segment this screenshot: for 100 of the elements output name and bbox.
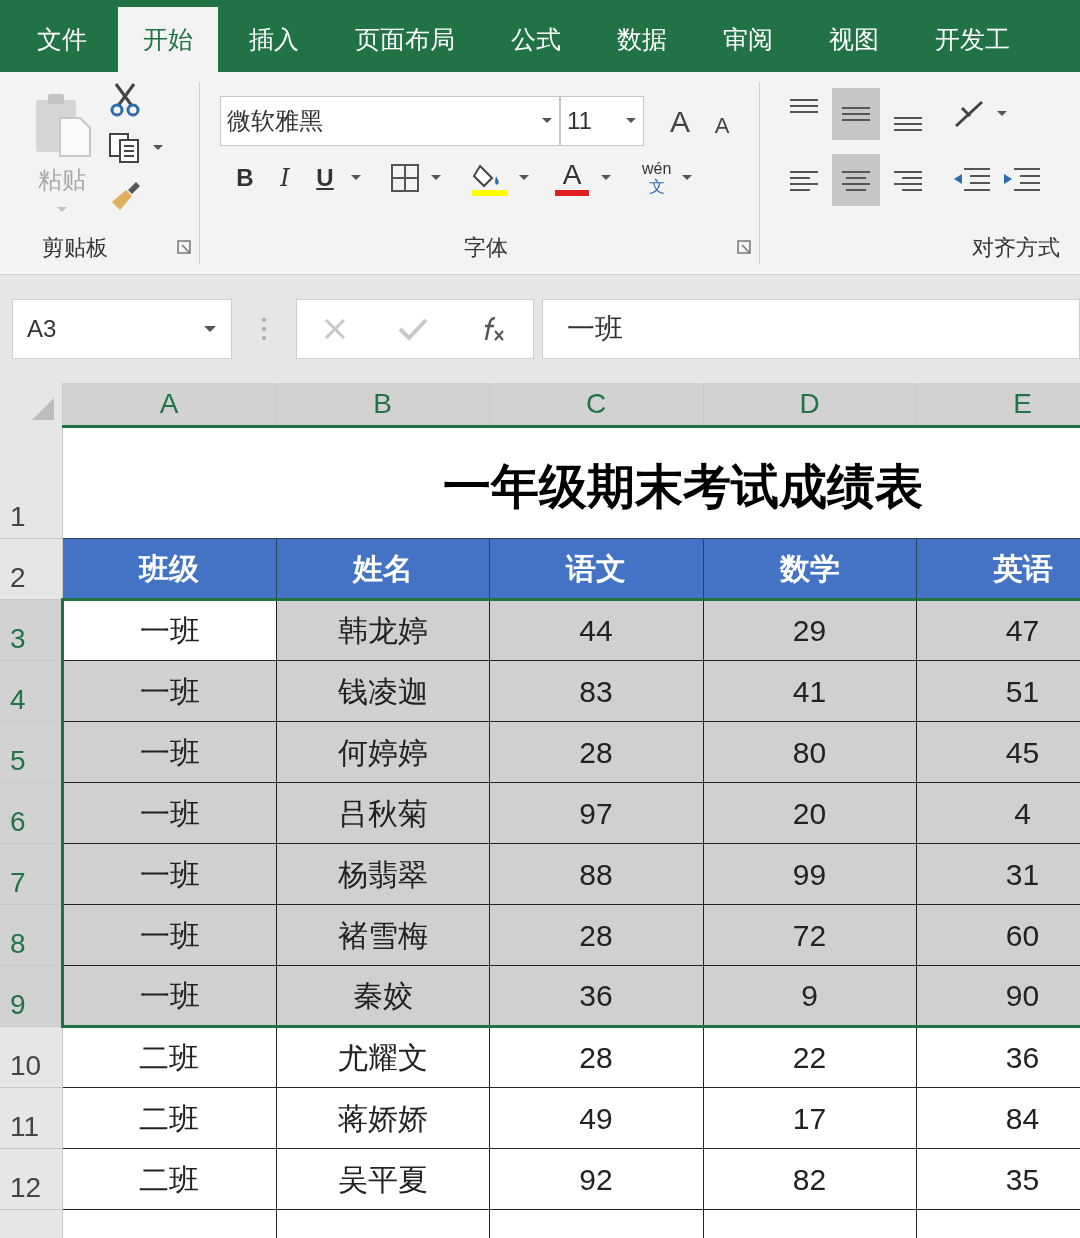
table-cell: 吴平夏 [276,1148,489,1210]
caret-icon[interactable] [203,324,217,334]
row-header[interactable]: 9 [0,965,62,1027]
table-cell: 一班 [62,843,276,905]
caret-icon[interactable] [600,174,612,182]
table-cell: 80 [703,721,916,783]
table-cell: 28 [489,721,703,783]
font-size-dropdown[interactable]: 11 [560,96,644,146]
copy-icon[interactable] [108,132,142,164]
table-cell: 29 [703,599,916,661]
grow-font-button[interactable]: A [662,98,698,144]
table-header: 英语 [916,538,1080,600]
ribbon-tab[interactable]: 插入 [224,7,324,72]
table-cell: 51 [916,660,1080,722]
table-cell: 83 [489,660,703,722]
bold-button[interactable]: B [230,160,260,196]
name-box[interactable]: A3 [12,299,232,359]
ribbon-tab[interactable]: 公式 [486,7,586,72]
row-header[interactable]: 8 [0,904,62,966]
table-cell: 84 [916,1087,1080,1149]
table-cell: 何婷婷 [276,721,489,783]
scissors-icon[interactable] [108,82,142,118]
row-header[interactable]: 4 [0,660,62,722]
table-cell: 45 [916,721,1080,783]
column-header[interactable]: C [489,383,703,427]
ribbon-tab[interactable]: 视图 [804,7,904,72]
column-header[interactable]: B [276,383,489,427]
column-header[interactable]: E [916,383,1080,427]
caret-icon[interactable] [518,174,530,182]
caret-icon[interactable] [625,117,637,125]
table-cell: 二班 [62,1148,276,1210]
dialog-launcher-icon[interactable] [737,240,751,254]
table-cell: 28 [489,904,703,966]
caret-icon[interactable] [681,174,694,182]
borders-icon[interactable] [390,163,420,193]
checkmark-icon[interactable] [398,317,428,341]
phonetic-guide-button[interactable]: wén 文 [642,160,672,196]
table-cell: 72 [703,904,916,966]
table-cell: 60 [916,904,1080,966]
table-cell: 31 [916,843,1080,905]
row-header[interactable]: 10 [0,1026,62,1088]
dialog-launcher-icon[interactable] [177,240,191,254]
table-cell: 一班 [62,660,276,722]
formula-bar[interactable]: 一班 [542,299,1080,359]
font-color-button[interactable]: A [554,160,590,196]
table-cell: 一班 [62,599,276,661]
caret-icon[interactable] [541,117,553,125]
row-header[interactable]: 12 [0,1148,62,1210]
table-header: 数学 [703,538,916,600]
table-cell: 吕秋菊 [276,782,489,844]
table-cell: 41 [703,660,916,722]
table-cell: 36 [489,965,703,1027]
underline-button[interactable]: U [310,160,340,196]
italic-button[interactable]: I [270,160,300,196]
ribbon-tab[interactable]: 页面布局 [330,7,480,72]
table-cell: 9 [703,965,916,1027]
row-header[interactable]: 3 [0,599,62,661]
row-header[interactable]: 2 [0,538,62,600]
font-name-dropdown[interactable]: 微软雅黑 [220,96,560,146]
column-header[interactable]: D [703,383,916,427]
row-header[interactable]: 7 [0,843,62,905]
row-header[interactable]: 5 [0,721,62,783]
table-cell: 82 [703,1148,916,1210]
table-cell: 44 [489,599,703,661]
table-cell: 杨翡翠 [276,843,489,905]
table-cell: 97 [489,782,703,844]
group-label: 字体 [463,233,508,262]
table-cell: 尤耀文 [276,1026,489,1088]
caret-icon[interactable] [350,174,362,182]
ribbon-tab[interactable]: 开发工 [910,7,1035,72]
align-middle-icon[interactable] [832,88,880,140]
table-header: 语文 [489,538,703,600]
ribbon-tab[interactable]: 开始 [118,7,218,72]
table-header: 姓名 [276,538,489,600]
caret-icon[interactable] [430,174,442,182]
table-cell: 17 [703,1087,916,1149]
ribbon-tab[interactable]: 文件 [12,7,112,72]
table-cell: 22 [703,1026,916,1088]
table-cell: 99 [703,843,916,905]
table-cell: 褚雪梅 [276,904,489,966]
table-cell: 28 [489,1026,703,1088]
table-cell: 一班 [62,782,276,844]
sheet-title: 一年级期末考试成绩表 [442,460,923,513]
group-label: 剪贴板 [42,233,108,262]
table-cell: 一班 [62,721,276,783]
row-header[interactable]: 11 [0,1087,62,1149]
column-header[interactable]: A [62,383,276,427]
row-header[interactable]: 6 [0,782,62,844]
shrink-font-button[interactable]: A [704,108,740,142]
table-cell: 韩龙婷 [276,599,489,661]
table-cell: 49 [489,1087,703,1149]
table-cell: 36 [916,1026,1080,1088]
caret-icon[interactable] [152,144,164,152]
ribbon-tab[interactable]: 审阅 [698,7,798,72]
caret-icon[interactable] [996,110,1008,118]
row-header[interactable]: 1 [0,426,62,539]
table-cell: 90 [916,965,1080,1027]
align-center-icon[interactable] [832,154,880,206]
ribbon-tab[interactable]: 数据 [592,7,692,72]
table-cell: 秦姣 [276,965,489,1027]
